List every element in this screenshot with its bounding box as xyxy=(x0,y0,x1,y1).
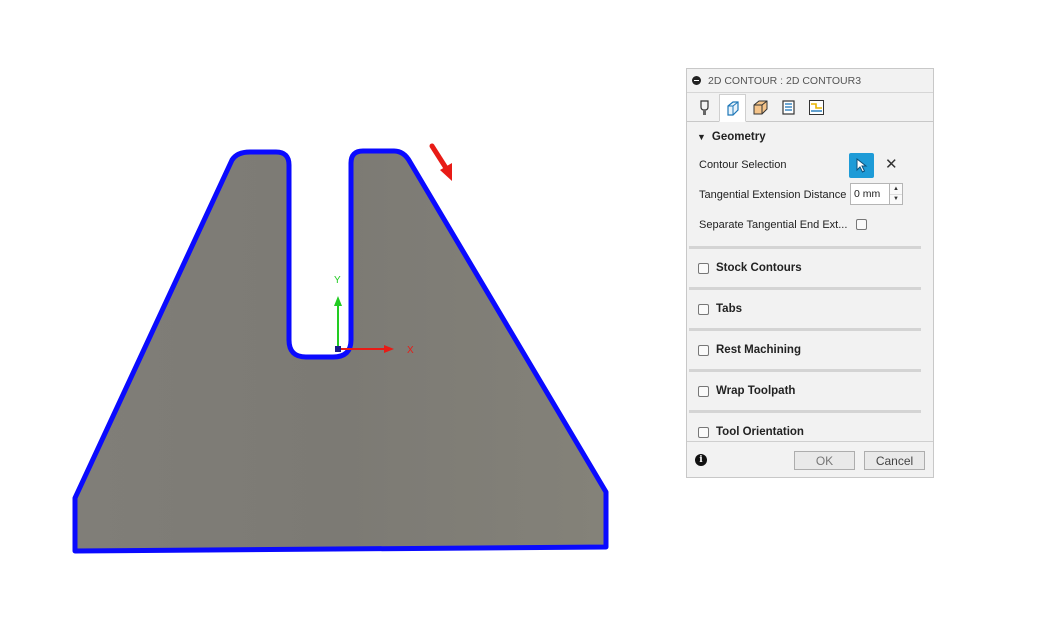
rest-machining-label: Rest Machining xyxy=(716,344,801,356)
group-wrap-toolpath[interactable]: Wrap Toolpath xyxy=(689,369,921,410)
contour-dialog: 2D CONTOUR : 2D CONTOUR3 ▼ Geometry Cont… xyxy=(686,68,934,478)
cursor-arrow-icon xyxy=(856,158,867,173)
tangential-extension-row: Tangential Extension Distance 0 mm ▲ ▼ xyxy=(687,180,933,210)
dialog-footer: i OK Cancel xyxy=(687,441,933,477)
stock-contours-checkbox[interactable] xyxy=(698,262,709,274)
geometry-heading: Geometry xyxy=(711,131,766,143)
separate-tangential-label: Separate Tangential End Ext... xyxy=(699,219,848,231)
dialog-title: 2D CONTOUR : 2D CONTOUR3 xyxy=(708,74,862,87)
dialog-title-bar[interactable]: 2D CONTOUR : 2D CONTOUR3 xyxy=(687,69,933,93)
geometry-section-header[interactable]: ▼ Geometry xyxy=(687,124,933,150)
spin-down-icon[interactable]: ▼ xyxy=(890,193,902,205)
tab-heights[interactable] xyxy=(747,94,774,120)
collapse-icon[interactable] xyxy=(692,76,701,85)
cancel-button[interactable]: Cancel xyxy=(864,451,925,470)
tab-tool[interactable] xyxy=(691,94,718,120)
tool-orientation-checkbox[interactable] xyxy=(698,426,709,438)
direction-arrow xyxy=(429,143,452,181)
contour-selection-button[interactable] xyxy=(849,153,874,178)
group-tabs[interactable]: Tabs xyxy=(689,287,921,328)
separate-tangential-row: Separate Tangential End Ext... xyxy=(687,210,933,240)
separate-tangential-checkbox[interactable] xyxy=(856,219,867,230)
wrap-toolpath-label: Wrap Toolpath xyxy=(716,385,796,397)
ok-button[interactable]: OK xyxy=(794,451,855,470)
contour-selection-row: Contour Selection ✕ xyxy=(687,150,933,180)
rest-machining-checkbox[interactable] xyxy=(698,344,709,356)
tab-geometry[interactable] xyxy=(719,94,746,122)
group-stock-contours[interactable]: Stock Contours xyxy=(689,246,921,287)
dialog-tabs xyxy=(687,93,933,122)
tabs-checkbox[interactable] xyxy=(698,303,709,315)
group-rest-machining[interactable]: Rest Machining xyxy=(689,328,921,369)
axis-x-label: X xyxy=(407,345,414,356)
contour-selection-label: Contour Selection xyxy=(699,159,787,171)
tabs-label: Tabs xyxy=(716,303,742,315)
heights-icon xyxy=(753,100,768,114)
tangential-extension-label: Tangential Extension Distance xyxy=(699,189,847,201)
expand-triangle-icon: ▼ xyxy=(697,132,706,142)
axis-y-label: Y xyxy=(334,275,341,286)
linking-icon xyxy=(809,99,824,115)
spin-up-icon[interactable]: ▲ xyxy=(890,184,902,194)
clear-selection-icon[interactable]: ✕ xyxy=(885,157,898,172)
tool-icon xyxy=(700,99,709,115)
tangential-extension-input[interactable]: 0 mm xyxy=(850,183,890,205)
tangential-extension-spinner[interactable]: ▲ ▼ xyxy=(890,183,903,205)
stock-contours-label: Stock Contours xyxy=(716,262,802,274)
wrap-toolpath-checkbox[interactable] xyxy=(698,385,709,397)
tab-linking[interactable] xyxy=(803,94,830,120)
geometry-icon xyxy=(727,100,739,116)
tool-orientation-label: Tool Orientation xyxy=(716,426,804,438)
tab-passes[interactable] xyxy=(775,94,802,120)
passes-icon xyxy=(782,99,795,115)
info-icon[interactable]: i xyxy=(695,454,707,466)
